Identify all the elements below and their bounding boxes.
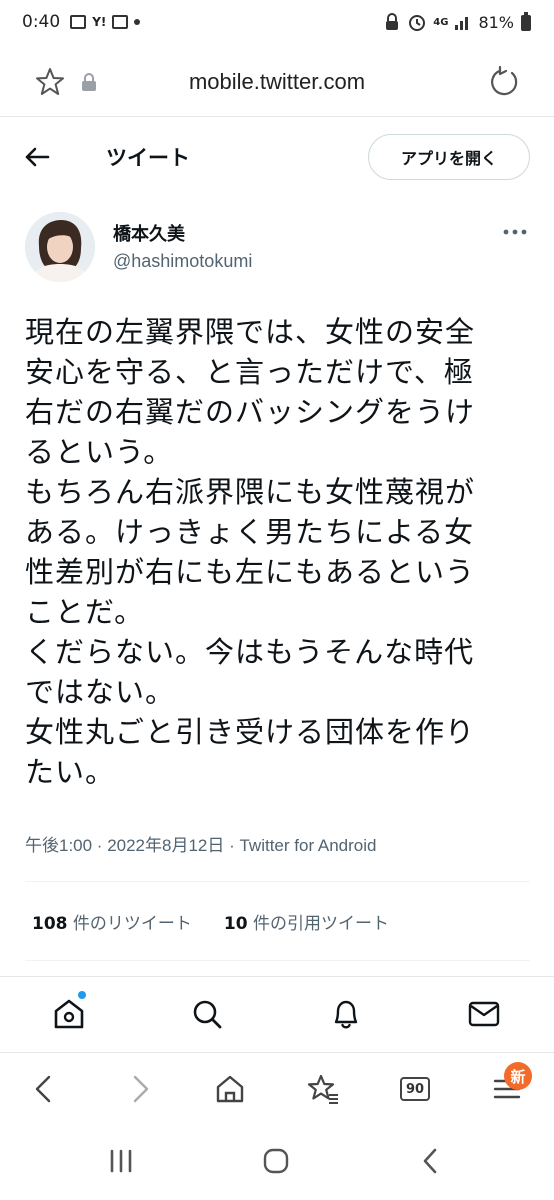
url-text[interactable]: mobile.twitter.com <box>0 69 554 95</box>
tabs-button[interactable]: 90 <box>398 1072 432 1106</box>
gallery-icon <box>70 15 87 29</box>
page-title: ツイート <box>106 146 190 170</box>
retweets-link[interactable]: 108 件のリツイート <box>32 909 192 934</box>
yahoo-icon: Y! <box>92 15 107 29</box>
tweet-stats: 108 件のリツイート 10 件の引用ツイート <box>32 909 389 934</box>
more-notifications-dot-icon <box>134 19 141 25</box>
url-bar-divider <box>0 116 554 117</box>
reload-icon[interactable] <box>487 65 521 99</box>
tweet-line: ではない。 <box>25 675 176 709</box>
tweet-line: たい。 <box>25 755 116 789</box>
tweet-line: 安心を守る、と言っただけで、極 <box>25 355 474 389</box>
profile-photo <box>25 212 95 282</box>
status-notification-icons: Y! <box>70 15 141 29</box>
tweet-header: ツイート アプリを開く <box>0 130 554 186</box>
tweet-line: るという。 <box>25 435 174 469</box>
bookmarks-icon[interactable] <box>306 1072 340 1106</box>
tabs-count: 90 <box>400 1077 430 1101</box>
tweet-line: 女性丸ごと引き受ける団体を作り <box>25 715 476 749</box>
browser-forward-icon[interactable] <box>122 1072 156 1106</box>
tweet-timestamp[interactable]: 午後1:00 · 2022年8月12日 · Twitter for Androi… <box>25 831 377 856</box>
back-arrow-icon[interactable] <box>22 142 52 172</box>
status-system-icons: 4G 81% <box>383 12 532 32</box>
status-bar: 0:40 Y! 4G 81% <box>0 0 554 44</box>
tweet-line: 性差別が右にも左にもあるという <box>25 555 476 589</box>
retweets-label: 件のリツイート <box>72 914 192 934</box>
recent-apps-icon[interactable] <box>106 1146 136 1176</box>
network-type: 4G <box>433 16 449 28</box>
alarm-icon <box>409 15 426 31</box>
menu-new-badge: 新 <box>504 1062 532 1090</box>
tweet-text: 現在の左翼界隈では、女性の安全 安心を守る、と言っただけで、極 右だの右翼だのバ… <box>25 312 525 792</box>
quotes-label: 件の引用ツイート <box>252 914 389 934</box>
author-handle[interactable]: @hashimotokumi <box>113 251 252 272</box>
meta-divider <box>25 881 530 882</box>
battery-icon <box>521 12 531 31</box>
signal-icon <box>455 17 469 30</box>
tweet-line: ある。けっきょく男たちによる女 <box>25 515 475 549</box>
home-icon[interactable] <box>52 996 86 1032</box>
system-back-icon[interactable] <box>416 1146 446 1176</box>
system-home-icon[interactable] <box>261 1146 291 1176</box>
browser-home-icon[interactable] <box>213 1072 247 1106</box>
home-unread-dot <box>78 991 86 999</box>
browser-bottom-nav: 90 <box>0 1058 554 1124</box>
avatar[interactable] <box>25 212 95 282</box>
quotes-count: 10 <box>223 914 248 934</box>
browser-nav-divider <box>0 1052 554 1053</box>
tweet-line: 現在の左翼界隈では、女性の安全 <box>25 315 476 349</box>
browser-back-icon[interactable] <box>28 1072 62 1106</box>
retweets-count: 108 <box>32 914 68 934</box>
calendar-icon <box>112 15 129 29</box>
browser-url-bar: mobile.twitter.com <box>0 52 554 114</box>
tweet-line: くだらない。今はもうそんな時代 <box>25 635 475 669</box>
status-time: 0:40 <box>22 12 61 32</box>
messages-envelope-icon[interactable] <box>467 996 501 1032</box>
tweet-line: ことだ。 <box>25 595 145 629</box>
tweet-line: もちろん右派界隈にも女性蔑視が <box>25 475 476 509</box>
quote-tweets-link[interactable]: 10 件の引用ツイート <box>224 909 389 934</box>
battery-percent: 81% <box>478 12 514 32</box>
tweet-line: 右だの右翼だのバッシングをうけ <box>25 395 476 429</box>
lock-status-icon <box>386 13 399 30</box>
nav-top-divider <box>0 976 554 977</box>
open-app-button[interactable]: アプリを開く <box>368 134 530 180</box>
more-options-icon[interactable] <box>500 226 530 238</box>
search-icon[interactable] <box>190 996 224 1032</box>
notifications-bell-icon[interactable] <box>329 996 363 1032</box>
system-nav-bar <box>0 1130 554 1200</box>
author-name[interactable]: 橋本久美 <box>113 220 185 246</box>
stats-divider <box>25 960 530 961</box>
